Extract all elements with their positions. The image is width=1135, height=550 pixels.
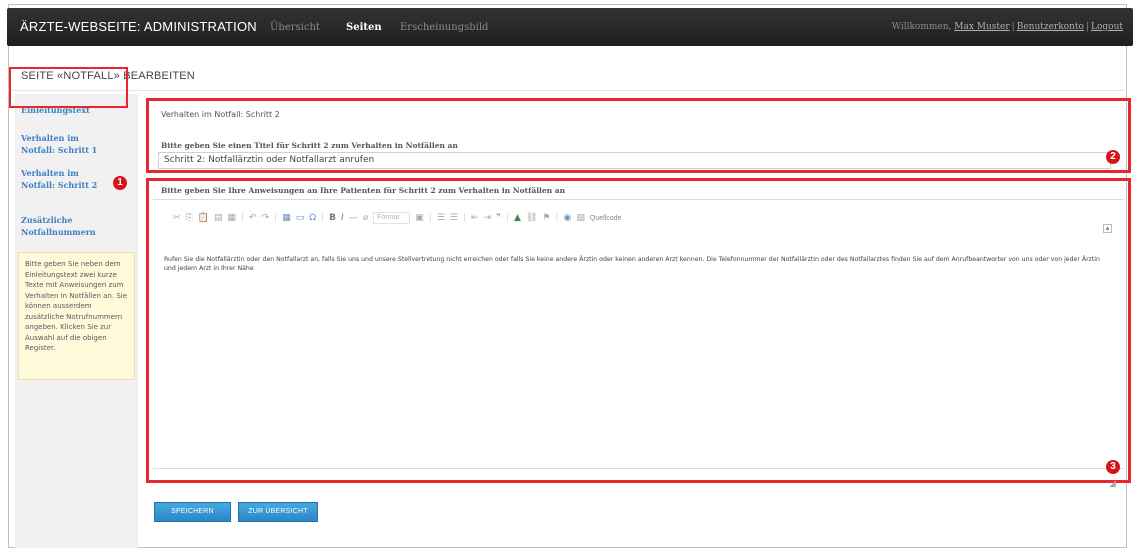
help-box: Bitte geben Sie neben dem Einleitungstex…: [18, 252, 135, 380]
user-bar: Willkommen, Max Muster | Benutzerkonto | Log…: [892, 22, 1123, 32]
format-dropdown[interactable]: Format: [373, 212, 411, 224]
strike-icon[interactable]: —: [349, 212, 358, 224]
back-to-overview-button[interactable]: ZUR ÜBERSICHT: [238, 502, 318, 522]
user-name-link[interactable]: Max Muster: [954, 22, 1009, 32]
sidebar: Einleitungstext Verhalten im Notfall: Sc…: [15, 94, 138, 548]
marker-1: 1: [113, 176, 127, 190]
sidebar-item-notfallnummern[interactable]: Zusätzliche Notfallnummern: [15, 214, 115, 238]
paste-text-icon[interactable]: ▤: [214, 212, 223, 224]
special-char-icon[interactable]: Ω: [309, 212, 316, 224]
source-button[interactable]: Quellcode: [590, 215, 622, 222]
separator: |: [428, 213, 432, 223]
nav-seiten[interactable]: Seiten: [346, 22, 382, 33]
marker-2: 2: [1106, 150, 1120, 164]
remove-format-icon[interactable]: ⌀: [363, 212, 368, 224]
globe-icon[interactable]: ◉: [564, 212, 572, 224]
resize-handle-icon[interactable]: ◢: [1109, 478, 1116, 489]
title-section: Verhalten im Notfall: Schritt 2 Bitte ge…: [146, 98, 1131, 173]
source-icon[interactable]: ▧: [576, 212, 585, 224]
find-icon[interactable]: ▣: [415, 212, 424, 224]
editor-content[interactable]: Rufen Sie die Notfallärztin oder den Not…: [164, 255, 1104, 273]
link-icon[interactable]: ⛓: [526, 212, 537, 224]
cut-icon[interactable]: ✂: [173, 212, 181, 224]
indent-icon[interactable]: ⇥: [484, 212, 492, 224]
separator: |: [505, 213, 510, 223]
numbered-list-icon[interactable]: ☰: [437, 212, 445, 224]
toolbar-collapse-icon[interactable]: ▴: [1103, 224, 1112, 233]
editor-section: Bitte geben Sie Ihre Anweisungen an Ihre…: [146, 178, 1131, 488]
copy-icon[interactable]: ⎘: [186, 212, 193, 224]
title-input[interactable]: Schritt 2: Notfallärztin oder Notfallarz…: [158, 152, 1111, 169]
redo-icon[interactable]: ↷: [262, 212, 270, 224]
blockquote-icon[interactable]: ❞: [496, 212, 501, 224]
divider: [8, 90, 1127, 91]
separator: |: [241, 213, 245, 223]
separator: |: [1011, 22, 1015, 32]
account-link[interactable]: Benutzerkonto: [1017, 22, 1084, 32]
bold-icon[interactable]: B: [329, 212, 336, 224]
anchor-icon[interactable]: ⚑: [542, 212, 550, 224]
separator: |: [321, 213, 325, 223]
editor-field-label: Bitte geben Sie Ihre Anweisungen an Ihre…: [161, 186, 566, 195]
image-icon[interactable]: ▲: [514, 212, 521, 224]
table-icon[interactable]: ▦: [282, 212, 291, 224]
rich-text-editor[interactable]: ✂ ⎘ 📋 ▤ ▦ | ↶ ↷ | ▦ ▭ Ω | B I — ⌀ Format…: [153, 199, 1124, 488]
separator: |: [555, 213, 559, 223]
sidebar-item-schritt-1[interactable]: Verhalten im Notfall: Schritt 1: [15, 132, 115, 156]
paste-icon[interactable]: 📋: [198, 212, 209, 224]
separator: |: [274, 213, 278, 223]
nav-erscheinungsbild[interactable]: Erscheinungsbild: [400, 22, 488, 33]
undo-icon[interactable]: ↶: [249, 212, 257, 224]
marker-3: 3: [1106, 460, 1120, 474]
bullet-list-icon[interactable]: ☰: [450, 212, 458, 224]
editor-toolbar: ✂ ⎘ 📋 ▤ ▦ | ↶ ↷ | ▦ ▭ Ω | B I — ⌀ Format…: [173, 211, 621, 225]
sidebar-item-schritt-2[interactable]: Verhalten im Notfall: Schritt 2: [15, 167, 115, 191]
horizontal-line-icon[interactable]: ▭: [296, 212, 305, 224]
nav-uebersicht[interactable]: Übersicht: [270, 22, 320, 33]
section-heading: Verhalten im Notfall: Schritt 2: [161, 110, 280, 119]
outdent-icon[interactable]: ⇤: [471, 212, 479, 224]
welcome-text: Willkommen,: [891, 22, 952, 32]
italic-icon[interactable]: I: [341, 212, 344, 224]
separator: |: [463, 213, 467, 223]
highlight-frame-1: [9, 67, 128, 108]
separator: |: [1085, 22, 1089, 32]
logout-link[interactable]: Logout: [1091, 22, 1123, 32]
paste-word-icon[interactable]: ▦: [227, 212, 236, 224]
app-title: ÄRZTE-WEBSEITE: ADMINISTRATION: [20, 19, 257, 34]
top-navigation-bar: ÄRZTE-WEBSEITE: ADMINISTRATION Übersicht…: [7, 8, 1133, 46]
save-button[interactable]: SPEICHERN: [154, 502, 231, 522]
title-field-label: Bitte geben Sie einen Titel für Schritt …: [161, 141, 458, 150]
